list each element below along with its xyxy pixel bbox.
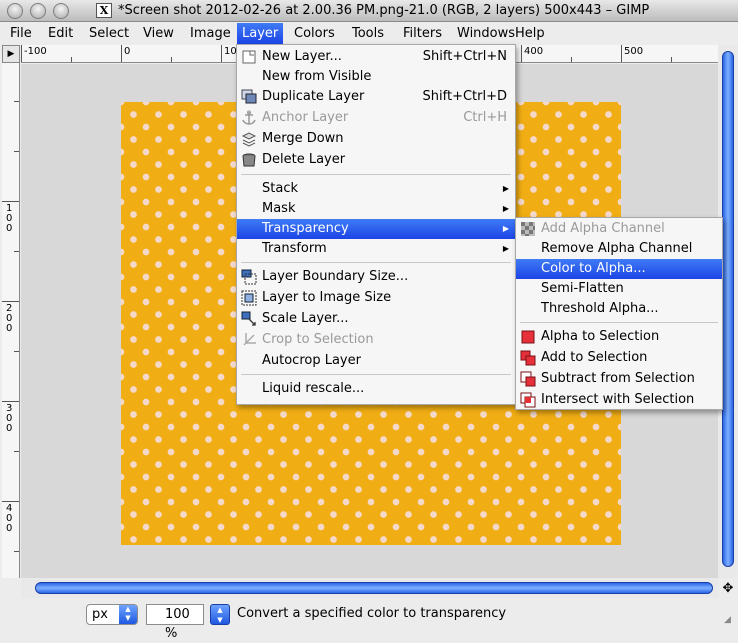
minimize-window-button[interactable] <box>30 3 46 19</box>
ruler-label: -100 <box>24 46 47 57</box>
menu-item-autocrop-layer[interactable]: Autocrop Layer <box>237 351 515 371</box>
ruler-tick <box>121 45 122 62</box>
ruler-tick <box>2 201 19 202</box>
submenu-arrow-icon: ▶ <box>502 204 509 213</box>
menu-layer[interactable]: Layer <box>237 23 284 44</box>
unit-stepper-icon[interactable]: ▲ ▼ <box>119 605 137 624</box>
ruler-tick <box>21 45 22 62</box>
menu-tools[interactable]: Tools <box>347 25 389 44</box>
ruler-tick <box>521 45 522 62</box>
unit-select[interactable]: px ▲ ▼ <box>86 604 138 625</box>
checkerboard-alpha-icon <box>521 222 535 236</box>
title-bar: X *Screen shot 2012-02-26 at 2.00.36 PM.… <box>0 0 738 22</box>
ruler-label: 100 <box>6 203 13 234</box>
menu-item-scale-layer[interactable]: Scale Layer... <box>237 309 515 329</box>
resize-grip-icon[interactable]: ◢ <box>724 615 736 627</box>
menu-item-delete-layer[interactable]: Delete Layer <box>237 150 515 170</box>
crop-icon <box>243 333 256 346</box>
gimp-window: X *Screen shot 2012-02-26 at 2.00.36 PM.… <box>0 0 738 641</box>
menu-item-new-from-visible[interactable]: New from Visible <box>237 67 515 87</box>
close-window-button[interactable] <box>7 3 23 19</box>
menu-item-layer-to-image-size[interactable]: Layer to Image Size <box>237 288 515 308</box>
menu-item-add-alpha-channel[interactable]: Add Alpha Channel <box>516 219 722 239</box>
anchor-icon <box>242 110 256 125</box>
menu-separator <box>241 374 511 375</box>
menu-item-intersect-with-selection[interactable]: Intersect with Selection <box>516 390 722 410</box>
menu-item-stack[interactable]: Stack ▶ <box>237 179 515 199</box>
ruler-tick <box>2 401 19 402</box>
ruler-label: 400 <box>6 503 13 534</box>
ruler-label: 500 <box>624 46 644 57</box>
add-to-selection-icon <box>520 350 536 366</box>
submenu-arrow-icon: ▶ <box>502 184 509 193</box>
ruler-label: 300 <box>6 403 13 434</box>
trash-icon <box>242 153 256 167</box>
ruler-corner-menu-button[interactable]: ▶ <box>2 45 20 63</box>
menu-colors[interactable]: Colors <box>289 25 340 44</box>
menu-item-anchor-layer[interactable]: Anchor Layer Ctrl+H <box>237 108 515 128</box>
menu-item-mask[interactable]: Mask ▶ <box>237 199 515 219</box>
merge-down-icon <box>241 132 257 147</box>
menu-item-crop-to-selection[interactable]: Crop to Selection <box>237 330 515 350</box>
submenu-arrow-icon: ▶ <box>502 244 509 253</box>
duplicate-layer-icon <box>241 89 257 104</box>
intersect-with-selection-icon <box>520 392 536 408</box>
menu-item-transform[interactable]: Transform ▶ <box>237 239 515 259</box>
zoom-stepper-icon[interactable]: ▲ ▼ <box>210 604 230 625</box>
submenu-arrow-icon: ▶ <box>502 224 509 233</box>
x11-app-icon: X <box>96 3 112 18</box>
window-title: *Screen shot 2012-02-26 at 2.00.36 PM.pn… <box>118 3 650 18</box>
menu-select[interactable]: Select <box>84 25 134 44</box>
menu-item-remove-alpha-channel[interactable]: Remove Alpha Channel <box>516 239 722 259</box>
menu-item-threshold-alpha[interactable]: Threshold Alpha... <box>516 299 722 319</box>
menu-view[interactable]: View <box>138 25 179 44</box>
alpha-to-selection-icon <box>521 330 535 344</box>
menu-item-merge-down[interactable]: Merge Down <box>237 129 515 149</box>
menu-file[interactable]: File <box>5 25 37 44</box>
menu-item-duplicate-layer[interactable]: Duplicate Layer Shift+Ctrl+D <box>237 87 515 107</box>
menu-separator <box>520 322 718 323</box>
menu-filters[interactable]: Filters <box>398 25 447 44</box>
vertical-scroll-thumb[interactable] <box>722 51 734 567</box>
horizontal-scroll-thumb[interactable] <box>35 582 713 594</box>
ruler-tick <box>221 45 222 62</box>
ruler-tick <box>621 45 622 62</box>
vertical-ruler: 100 200 300 400 <box>2 63 20 578</box>
ruler-tick <box>2 501 19 502</box>
new-layer-icon <box>242 50 256 64</box>
menu-edit[interactable]: Edit <box>43 25 78 44</box>
ruler-label: 400 <box>524 46 544 57</box>
subtract-from-selection-icon <box>520 371 536 387</box>
menu-item-semi-flatten[interactable]: Semi-Flatten <box>516 279 722 299</box>
layer-boundary-icon <box>241 269 257 285</box>
menu-item-new-layer[interactable]: New Layer... Shift+Ctrl+N <box>237 47 515 67</box>
transparency-submenu: Add Alpha Channel Remove Alpha Channel C… <box>515 217 723 410</box>
navigate-move-icon[interactable]: ✥ <box>720 581 736 597</box>
menu-item-liquid-rescale[interactable]: Liquid rescale... <box>237 379 515 399</box>
menu-separator <box>241 262 511 263</box>
ruler-tick <box>2 301 19 302</box>
menu-item-alpha-to-selection[interactable]: Alpha to Selection <box>516 327 722 347</box>
menu-item-layer-boundary-size[interactable]: Layer Boundary Size... <box>237 267 515 287</box>
menu-image[interactable]: Image <box>185 25 236 44</box>
menu-item-add-to-selection[interactable]: Add to Selection <box>516 348 722 368</box>
status-message: Convert a specified color to transparenc… <box>237 606 507 621</box>
ruler-label: 200 <box>6 303 13 334</box>
menu-separator <box>241 174 511 175</box>
scale-layer-icon <box>241 311 256 326</box>
menu-help[interactable]: Help <box>510 25 550 44</box>
layer-menu: New Layer... Shift+Ctrl+N New from Visib… <box>236 44 516 405</box>
horizontal-scrollbar[interactable] <box>21 578 718 598</box>
menu-item-color-to-alpha[interactable]: Color to Alpha... <box>516 259 722 279</box>
status-bar: px ▲ ▼ 100 % ▲ ▼ Convert a specified color… <box>0 600 738 641</box>
menu-item-transparency[interactable]: Transparency ▶ <box>237 219 515 239</box>
zoom-input[interactable]: 100 % <box>146 604 204 641</box>
ruler-label: 0 <box>124 46 131 57</box>
layer-to-image-icon <box>241 290 257 306</box>
menu-item-subtract-from-selection[interactable]: Subtract from Selection <box>516 369 722 389</box>
unit-value: px <box>92 607 108 622</box>
zoom-window-button[interactable] <box>53 3 69 19</box>
menu-bar: File Edit Select View Image Layer Colors… <box>0 23 738 44</box>
